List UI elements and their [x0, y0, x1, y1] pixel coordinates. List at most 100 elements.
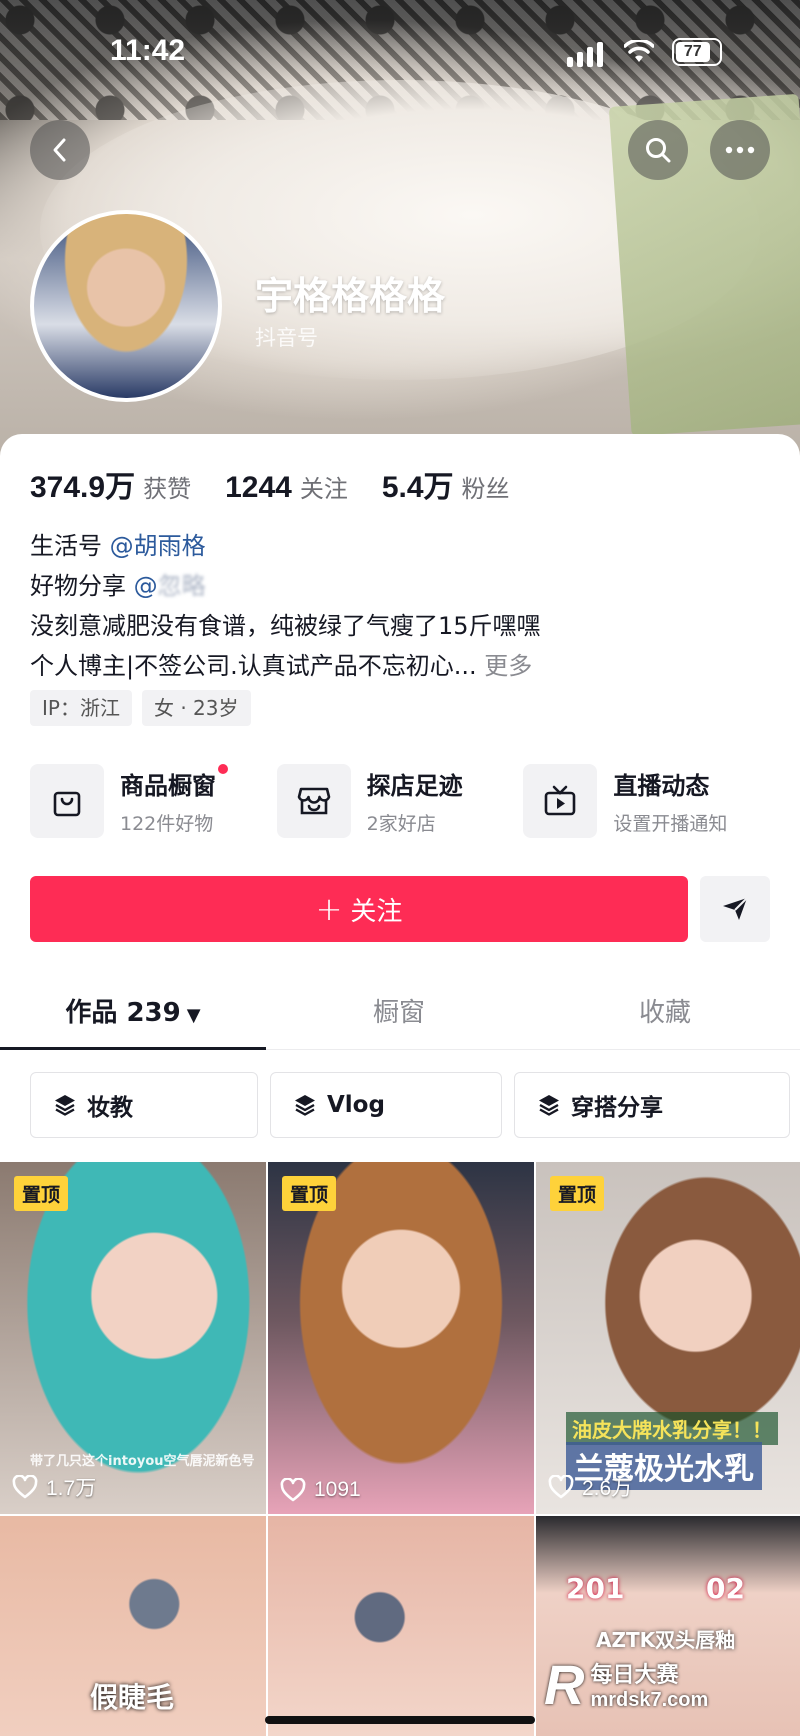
video-caption: 带了几只这个intoyou空气唇泥新色号 [30, 1454, 255, 1469]
stat-likes-label: 获赞 [143, 475, 192, 503]
follow-button[interactable]: + 关注 [30, 876, 688, 942]
feature-subtitle: 2家好店 [366, 813, 436, 835]
video-likes: 2.6万 [548, 1472, 632, 1502]
stat-following-label: 关注 [299, 475, 348, 503]
bio-text: 生活号 [30, 532, 102, 560]
share-button[interactable] [700, 876, 770, 942]
feature-subtitle: 122件好物 [120, 813, 214, 835]
plus-icon: + [315, 890, 343, 928]
battery-icon: 77 [672, 38, 722, 66]
stat-likes[interactable]: 374.9万 获赞 [30, 462, 191, 506]
stat-followers[interactable]: 5.4万 粉丝 [382, 462, 510, 506]
bio-line: 个人博主|不签公司.认真试产品不忘初心... 更多 [30, 646, 770, 686]
tab-label: 橱窗 [372, 998, 425, 1028]
likes-count: 1091 [314, 1478, 361, 1501]
video-title-overlay: AZTK双头唇釉 [596, 1628, 736, 1652]
likes-count: 1.7万 [46, 1477, 97, 1500]
feature-title: 探店足迹 [366, 772, 463, 800]
profile-stats: 374.9万 获赞 1244 关注 5.4万 粉丝 [30, 462, 544, 506]
bio-text: 好物分享 [30, 572, 126, 600]
caret-down-icon: ▼ [186, 1005, 201, 1026]
signal-icon [567, 42, 603, 67]
username: 宇格格格格 [255, 274, 446, 318]
bio-text: 没刻意减肥没有食谱，纯被绿了气瘦了15斤嘿嘿 [30, 612, 541, 640]
likes-count: 2.6万 [582, 1477, 633, 1500]
status-bar: 11:42 77 [0, 0, 800, 100]
collection-chips: 妆教 Vlog 穿搭分享 [30, 1072, 794, 1138]
search-button[interactable] [628, 120, 688, 180]
tab-works[interactable]: 作品 239 ▼ [0, 976, 266, 1050]
tab-favorites[interactable]: 收藏 [532, 976, 798, 1049]
collection-vlog[interactable]: Vlog [270, 1072, 502, 1138]
tab-label: 收藏 [638, 998, 691, 1028]
status-time: 11:42 [110, 34, 186, 67]
avatar[interactable] [30, 210, 222, 402]
search-icon [646, 138, 671, 163]
pinned-badge: 置顶 [14, 1176, 69, 1211]
bio-more-link[interactable]: 更多 [484, 652, 532, 680]
video-thumbnail[interactable]: 假睫毛 [0, 1516, 266, 1736]
tab-showcase[interactable]: 橱窗 [266, 976, 532, 1049]
action-row: + 关注 [30, 876, 770, 942]
feature-shop-window[interactable]: 商品橱窗 122件好物 [30, 764, 277, 838]
layers-icon [539, 1095, 559, 1116]
gender-age-tag: 女 · 23岁 [141, 690, 251, 726]
profile-card: 374.9万 获赞 1244 关注 5.4万 粉丝 生活号 @胡雨格 好物分享 … [0, 434, 800, 1736]
pinned-badge: 置顶 [550, 1176, 605, 1211]
tv-icon [523, 764, 598, 838]
layers-icon [55, 1095, 75, 1116]
content-tabs: 作品 239 ▼ 橱窗 收藏 [0, 976, 800, 1050]
home-indicator[interactable] [265, 1716, 535, 1724]
video-likes: 1091 [280, 1478, 361, 1502]
collection-label: Vlog [327, 1092, 385, 1118]
video-overlay-number: 201 [566, 1572, 625, 1605]
bio-line: 生活号 @胡雨格 [30, 526, 770, 566]
collection-outfit-sharing[interactable]: 穿搭分享 [514, 1072, 790, 1138]
collection-label: 妆教 [87, 1095, 133, 1121]
tab-label: 作品 239 [65, 998, 181, 1028]
video-overlay-number: 02 [706, 1572, 745, 1605]
collection-makeup-tutorial[interactable]: 妆教 [30, 1072, 258, 1138]
feature-store-visits[interactable]: 探店足迹 2家好店 [276, 764, 524, 838]
video-thumbnail[interactable]: 置顶 1091 [268, 1162, 534, 1514]
video-thumbnail[interactable]: 置顶 油皮大牌水乳分享！！ 兰蔻极光水乳 2.6万 [536, 1162, 800, 1514]
heart-icon [12, 1475, 38, 1499]
bio-line: 好物分享 @忽略 [30, 566, 770, 606]
watermark-logo: R 每日大赛 mrdsk7.com [544, 1652, 708, 1717]
video-thumbnail[interactable] [268, 1516, 534, 1736]
more-dots-icon [725, 146, 755, 154]
bio-text: 个人博主|不签公司.认真试产品不忘初心... [30, 652, 477, 680]
shopping-bag-icon [30, 764, 104, 838]
feature-title: 直播动态 [613, 772, 710, 800]
feature-subtitle: 设置开播通知 [613, 813, 728, 835]
video-thumbnail[interactable]: 置顶 带了几只这个intoyou空气唇泥新色号 1.7万 [0, 1162, 266, 1514]
collection-label: 穿搭分享 [571, 1095, 663, 1121]
notification-dot [218, 764, 228, 774]
battery-level: 77 [676, 42, 710, 62]
bio-mention-link[interactable]: @胡雨格 [110, 532, 206, 560]
heart-icon [548, 1475, 574, 1499]
profile-bio: 生活号 @胡雨格 好物分享 @忽略 没刻意减肥没有食谱，纯被绿了气瘦了15斤嘿嘿… [30, 526, 770, 686]
stat-likes-value: 374.9万 [30, 471, 136, 504]
stat-following-value: 1244 [225, 471, 292, 504]
ip-location-tag: IP：浙江 [30, 690, 132, 726]
back-button[interactable] [30, 120, 90, 180]
pinned-badge: 置顶 [282, 1176, 337, 1211]
feature-entries: 商品橱窗 122件好物 探店足迹 2家好店 直播动态 设置开播通知 [30, 764, 770, 838]
more-options-button[interactable] [710, 120, 770, 180]
stat-following[interactable]: 1244 关注 [225, 469, 348, 505]
watermark-site: mrdsk7.com [590, 1689, 709, 1711]
watermark-brand: 每日大赛 [590, 1663, 679, 1688]
video-caption: 油皮大牌水乳分享！！ [566, 1412, 778, 1445]
layers-icon [295, 1095, 315, 1116]
bio-mention-link[interactable]: @忽略 [134, 572, 206, 600]
heart-icon [280, 1478, 306, 1502]
wifi-icon [624, 40, 654, 62]
stat-followers-label: 粉丝 [461, 475, 510, 503]
watermark-r-mark: R [544, 1653, 585, 1716]
video-likes: 1.7万 [12, 1472, 96, 1502]
feature-live-updates[interactable]: 直播动态 设置开播通知 [523, 764, 770, 838]
follow-label: 关注 [350, 896, 403, 927]
profile-tags: IP：浙江 女 · 23岁 [30, 690, 251, 726]
douyin-id-label[interactable]: 抖音号 [255, 322, 318, 352]
